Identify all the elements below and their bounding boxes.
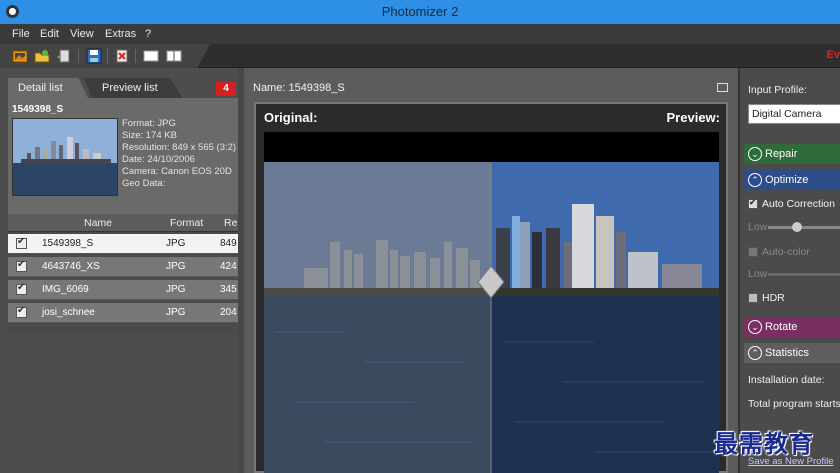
column-resolution[interactable]: Re [224, 217, 237, 229]
original-label: Original: [264, 110, 318, 125]
total-program-starts-label: Total program starts [748, 398, 840, 410]
row-format: JPG [166, 307, 186, 318]
remove-icon[interactable] [114, 48, 130, 64]
window-title: Photomizer 2 [381, 4, 459, 19]
row-name: josi_schnee [42, 307, 95, 318]
row-name: IMG_6069 [42, 284, 89, 295]
row-checkbox[interactable] [16, 236, 27, 249]
chevron-up-icon: ⌃ [748, 173, 762, 187]
row-name: 4643746_XS [42, 261, 100, 272]
file-list-header: Name Format Re [8, 214, 240, 232]
thumbnail-image [12, 118, 118, 196]
brand-label: Ev [826, 49, 840, 61]
section-optimize[interactable]: ⌃ Optimize [744, 170, 840, 190]
row-format: JPG [166, 284, 186, 295]
row-res: 204 [220, 307, 237, 318]
save-icon[interactable] [86, 48, 102, 64]
column-format[interactable]: Format [170, 217, 203, 229]
list-item[interactable]: 1549398_S JPG 849 [8, 234, 240, 254]
row-format: JPG [166, 261, 186, 272]
section-statistics[interactable]: ⌃ Statistics [744, 343, 840, 363]
color-slider [768, 273, 840, 276]
detail-filename: 1549398_S [12, 104, 64, 115]
row-checkbox[interactable] [16, 305, 27, 318]
section-rotate[interactable]: ⌄ Rotate [744, 317, 840, 337]
menu-edit[interactable]: Edit [40, 28, 59, 40]
correction-strength-label: Low [748, 221, 768, 233]
preview-label: Preview: [666, 110, 720, 125]
input-profile-label: Input Profile: [748, 84, 807, 96]
list-item[interactable]: 4643746_XS JPG 424 [8, 257, 240, 277]
settings-panel: Input Profile: Digital Camera ⌄ Repair ⌃… [738, 68, 840, 473]
left-panel: Detail list Preview list 4 1549398_S For [0, 68, 244, 473]
tab-detail-list[interactable]: Detail list [8, 78, 88, 98]
menu-extras[interactable]: Extras [105, 28, 136, 40]
chevron-down-icon: ⌄ [748, 320, 762, 334]
left-panel-splitter[interactable] [238, 68, 244, 473]
color-strength-label: Low [748, 268, 768, 280]
chevron-down-icon: ⌄ [748, 147, 762, 161]
current-image-name: Name: 1549398_S [253, 82, 345, 94]
compare-viewer: Original: Preview: [254, 102, 728, 473]
auto-correction-label: Auto Correction [762, 198, 835, 210]
section-statistics-label: Statistics [765, 347, 810, 359]
comparison-image[interactable] [264, 132, 719, 473]
menu-view[interactable]: View [70, 28, 94, 40]
correction-slider[interactable] [768, 222, 840, 232]
column-name[interactable]: Name [84, 217, 112, 229]
installation-date-label: Installation date: [748, 374, 825, 386]
meta-resolution: Resolution: 849 x 565 (3:2) [122, 142, 237, 153]
meta-date: Date: 24/10/2006 [122, 154, 195, 165]
toolbar: Ev [0, 44, 840, 68]
chevron-up-icon: ⌃ [748, 346, 762, 360]
section-optimize-label: Optimize [765, 174, 809, 186]
row-name: 1549398_S [42, 238, 94, 249]
section-repair[interactable]: ⌄ Repair [744, 144, 840, 164]
input-profile-select[interactable]: Digital Camera [748, 104, 840, 124]
row-checkbox[interactable] [16, 282, 27, 295]
section-rotate-label: Rotate [765, 321, 798, 333]
detail-metadata: Format: JPG Size: 174 KB Resolution: 849… [122, 118, 236, 190]
row-res: 345 [220, 284, 237, 295]
row-res: 849 [220, 238, 237, 249]
list-item[interactable]: IMG_6069 JPG 345 [8, 280, 240, 300]
import-icon[interactable] [56, 48, 72, 64]
menu-bar: File Edit View Extras ? [0, 24, 840, 44]
meta-geo: Geo Data: [122, 178, 166, 189]
tab-preview-list[interactable]: Preview list [84, 78, 182, 98]
auto-color-checkbox [748, 247, 758, 257]
menu-help[interactable]: ? [145, 28, 151, 40]
list-item[interactable]: josi_schnee JPG 204 [8, 303, 240, 323]
hdr-checkbox[interactable] [748, 293, 758, 303]
file-list: Name Format Re 1549398_S JPG 849 4643746… [8, 214, 240, 334]
open-image-icon[interactable] [12, 48, 28, 64]
slider-knob[interactable] [792, 222, 802, 232]
file-count-badge: 4 [216, 82, 236, 96]
meta-camera: Camera: Canon EOS 20D [122, 166, 232, 177]
meta-format: Format: JPG [122, 118, 176, 129]
menu-file[interactable]: File [12, 28, 30, 40]
fullscreen-icon[interactable] [717, 83, 728, 92]
image-viewer-panel: Name: 1549398_S Original: Preview: [248, 68, 734, 473]
row-checkbox[interactable] [16, 259, 27, 272]
single-view-icon[interactable] [143, 48, 159, 64]
meta-size: Size: 174 KB [122, 130, 177, 141]
title-bar: Photomizer 2 [0, 0, 840, 24]
auto-color-label: Auto-color [762, 246, 810, 258]
row-format: JPG [166, 238, 186, 249]
split-view-icon[interactable] [166, 48, 182, 64]
file-tabs: Detail list Preview list [8, 78, 240, 98]
watermark-logo: 最需教育 [714, 430, 814, 458]
row-res: 424 [220, 261, 237, 272]
add-folder-icon[interactable] [34, 48, 50, 64]
auto-correction-checkbox[interactable] [748, 197, 758, 209]
hdr-label: HDR [762, 292, 785, 304]
section-repair-label: Repair [765, 148, 798, 160]
